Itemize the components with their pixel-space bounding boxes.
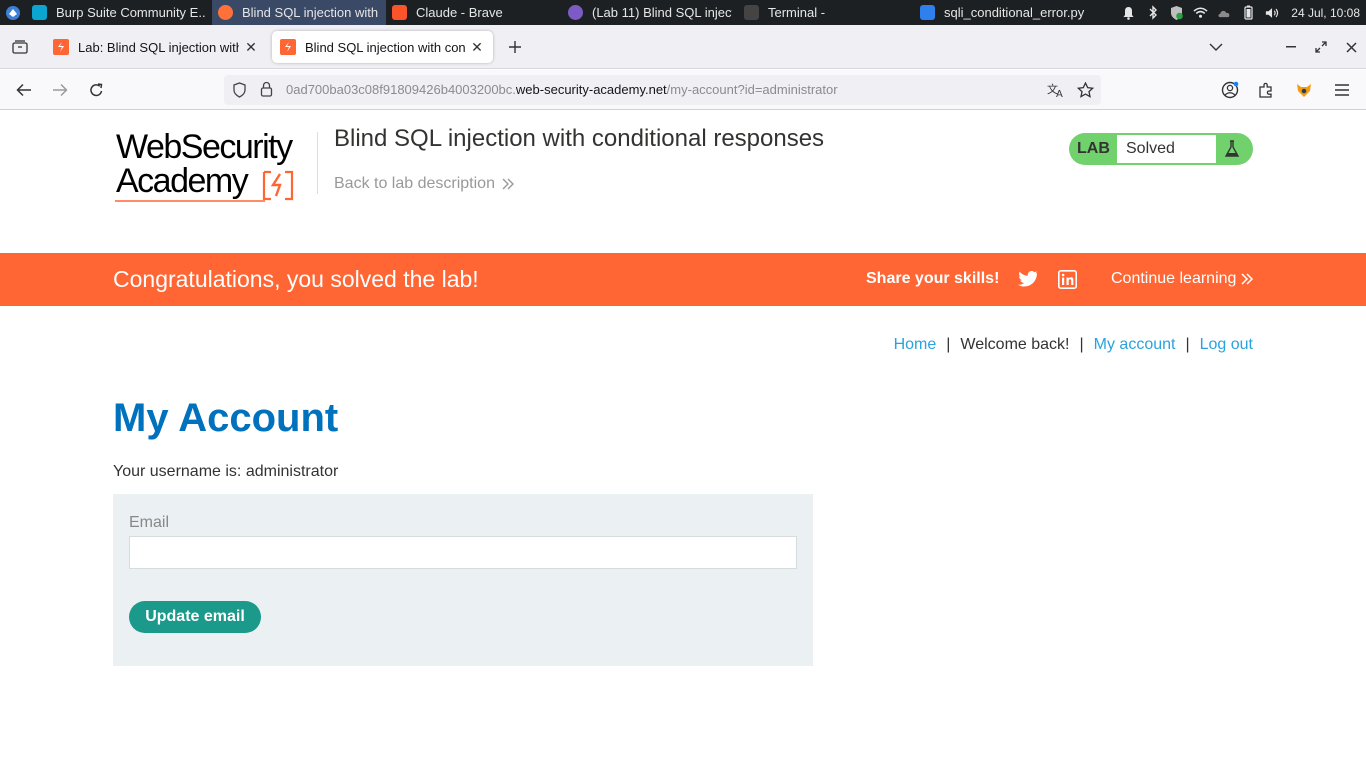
lab-status-text: Solved [1126, 140, 1175, 157]
notifications-icon[interactable] [1121, 5, 1136, 20]
close-tab-icon[interactable]: ✕ [469, 39, 485, 55]
home-link[interactable]: Home [894, 336, 937, 354]
lab-tag: LAB [1077, 140, 1110, 157]
account-avatar-icon[interactable] [1218, 78, 1242, 102]
congratulations-message: Congratulations, you solved the lab! [113, 266, 479, 292]
page-title: My Account [113, 396, 339, 440]
my-account-link[interactable]: My account [1094, 336, 1176, 354]
update-email-button[interactable]: Update email [129, 601, 261, 633]
taskbar-item-burp[interactable]: Burp Suite Community E... [26, 0, 212, 25]
system-clock[interactable]: 24 Jul, 10:08 [1291, 6, 1360, 20]
forward-arrow-icon[interactable] [48, 78, 72, 102]
tab-lab-active[interactable]: Blind SQL injection with condi ✕ [272, 31, 493, 63]
lab-status-box: Solved [1117, 135, 1216, 163]
logo-text-line2: Academy [116, 162, 249, 200]
list-all-tabs-icon[interactable] [1205, 36, 1227, 58]
nav-separator: | [1185, 336, 1190, 353]
site-nav-links: Home | Welcome back! | My account | Log … [894, 336, 1253, 354]
congratulations-banner: Congratulations, you solved the lab! Sha… [0, 253, 1366, 306]
url-subdomain: 0ad700ba03c08f91809426b4003200bc. [286, 82, 516, 97]
taskbar-item-terminal[interactable]: Terminal - [738, 0, 914, 25]
burp-icon [32, 5, 47, 20]
tab-overview-icon[interactable] [8, 35, 32, 59]
url-text[interactable]: 0ad700ba03c08f91809426b4003200bc.web-sec… [286, 82, 838, 97]
nav-separator: | [946, 336, 951, 353]
double-chevron-right-icon [502, 178, 514, 190]
foxyproxy-extension-icon[interactable] [1292, 78, 1316, 102]
minimize-window-icon[interactable] [1280, 36, 1302, 58]
security-shield-icon[interactable] [1169, 5, 1184, 20]
back-link-label: Back to lab description [334, 175, 495, 192]
terminal-icon [744, 5, 759, 20]
header-divider [317, 132, 318, 194]
back-arrow-icon[interactable] [12, 78, 36, 102]
portswigger-favicon-icon [53, 39, 69, 55]
hamburger-menu-icon[interactable] [1330, 78, 1354, 102]
url-bar[interactable]: 0ad700ba03c08f91809426b4003200bc.web-sec… [224, 75, 1101, 105]
back-to-lab-description-link[interactable]: Back to lab description [334, 175, 515, 193]
obsidian-icon [568, 5, 583, 20]
taskbar-item-brave[interactable]: Claude - Brave [386, 0, 562, 25]
lab-status-badge: LAB Solved [1069, 133, 1253, 165]
welcome-text: Welcome back! [960, 336, 1070, 353]
restore-window-icon[interactable] [1310, 36, 1332, 58]
taskbar-item-obsidian[interactable]: (Lab 11) Blind SQL injecti... [562, 0, 738, 25]
web-security-academy-logo[interactable]: WebSecurity Academy [113, 128, 313, 204]
cloud-icon[interactable] [1217, 5, 1232, 20]
tab-lab-description[interactable]: Lab: Blind SQL injection with c ✕ [45, 31, 267, 63]
url-path: /my-account?id=administrator [666, 82, 838, 97]
svg-text:A: A [1056, 89, 1063, 98]
close-tab-icon[interactable]: ✕ [243, 39, 259, 55]
bluetooth-icon[interactable] [1145, 5, 1160, 20]
log-out-link[interactable]: Log out [1200, 336, 1253, 354]
linkedin-share-icon[interactable] [1058, 270, 1077, 289]
browser-tab-strip: Lab: Blind SQL injection with c ✕ Blind … [0, 25, 1366, 69]
close-window-icon[interactable] [1340, 36, 1362, 58]
change-email-form: Email Update email [113, 494, 813, 666]
translate-icon[interactable]: 文A [1047, 81, 1065, 99]
taskbar-item-firefox[interactable]: Blind SQL injection with ... [212, 0, 386, 25]
bookmark-star-icon[interactable] [1076, 81, 1094, 99]
username-text: Your username is: administrator [113, 463, 339, 480]
reload-icon[interactable] [84, 78, 108, 102]
os-taskbar: Burp Suite Community E... Blind SQL inje… [0, 0, 1366, 25]
lock-icon[interactable] [260, 81, 273, 102]
continue-learning-link[interactable]: Continue learning [1111, 270, 1254, 288]
logo-underline [115, 200, 265, 202]
taskbar-item-vscode[interactable]: sqli_conditional_error.py ... [914, 0, 1092, 25]
double-chevron-right-icon [1241, 273, 1254, 285]
brave-icon [392, 5, 407, 20]
academy-logo-bolt-icon [262, 170, 294, 201]
app-launcher-icon[interactable] [0, 0, 26, 25]
flask-icon [1221, 138, 1243, 160]
wifi-icon[interactable] [1193, 5, 1208, 20]
extensions-puzzle-icon[interactable] [1254, 78, 1278, 102]
volume-icon[interactable] [1265, 5, 1280, 20]
continue-learning-label: Continue learning [1111, 270, 1237, 287]
share-skills-label: Share your skills! [866, 270, 1000, 287]
portswigger-favicon-icon [280, 39, 296, 55]
url-host: web-security-academy.net [515, 82, 667, 97]
battery-icon[interactable] [1241, 5, 1256, 20]
new-tab-button[interactable] [503, 35, 527, 59]
system-tray: 24 Jul, 10:08 [1121, 0, 1366, 25]
firefox-icon [218, 5, 233, 20]
email-field[interactable] [129, 536, 797, 569]
vscode-icon [920, 5, 935, 20]
tracking-protection-shield-icon[interactable] [232, 82, 247, 103]
lab-title: Blind SQL injection with conditional res… [334, 125, 825, 152]
nav-separator: | [1079, 336, 1084, 353]
browser-nav-toolbar: 0ad700ba03c08f91809426b4003200bc.web-sec… [0, 70, 1366, 110]
email-label: Email [129, 514, 170, 531]
twitter-share-icon[interactable] [1018, 269, 1038, 289]
